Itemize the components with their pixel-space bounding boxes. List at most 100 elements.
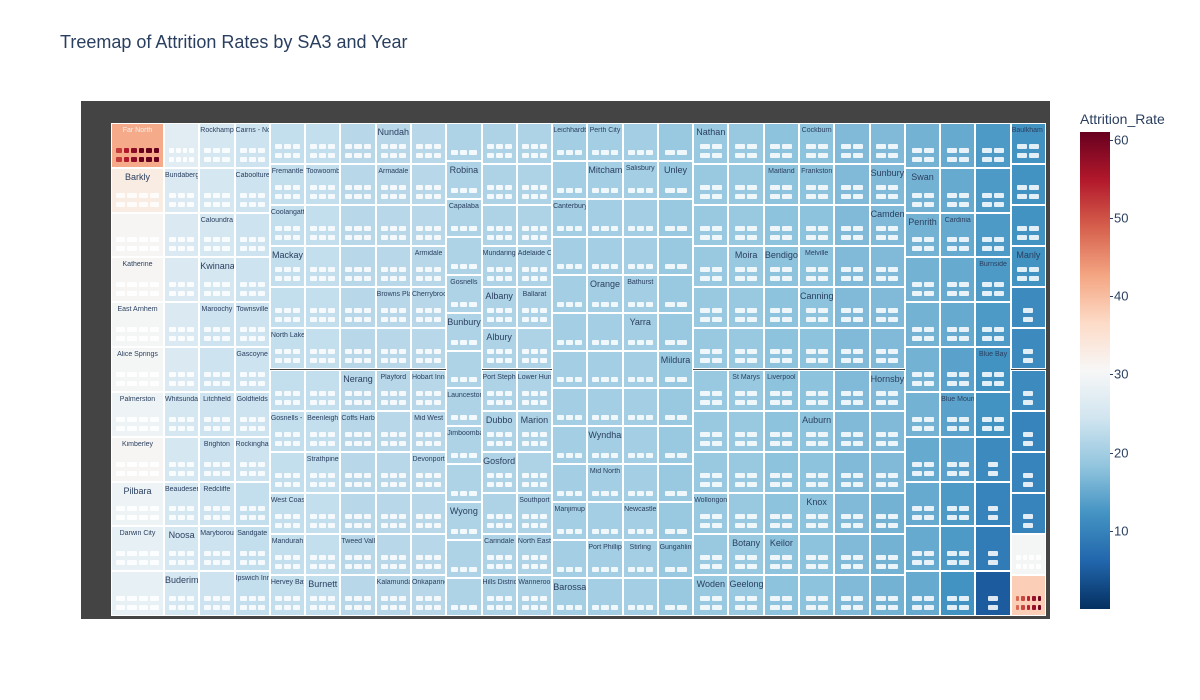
treemap-subtile[interactable] bbox=[735, 472, 746, 478]
treemap-subtile[interactable] bbox=[817, 267, 828, 273]
treemap-subtile[interactable] bbox=[817, 144, 828, 150]
treemap-subtile[interactable] bbox=[345, 399, 353, 405]
treemap-tile[interactable] bbox=[834, 533, 870, 575]
treemap-subtile[interactable] bbox=[178, 551, 186, 557]
treemap-subtile[interactable] bbox=[293, 472, 301, 478]
treemap-subtile[interactable] bbox=[178, 470, 186, 476]
treemap-subtile[interactable] bbox=[699, 358, 710, 364]
treemap-subtile[interactable] bbox=[840, 472, 851, 478]
treemap-subtile[interactable] bbox=[354, 431, 362, 437]
treemap-subtile[interactable] bbox=[521, 349, 529, 355]
treemap-subtile[interactable] bbox=[425, 358, 433, 364]
treemap-subtile[interactable] bbox=[923, 246, 934, 252]
treemap-subtile[interactable] bbox=[699, 317, 710, 323]
treemap-subtile[interactable] bbox=[958, 506, 969, 512]
treemap-subtile[interactable] bbox=[345, 431, 353, 437]
treemap-subtile[interactable] bbox=[149, 192, 159, 198]
treemap-subtile[interactable] bbox=[946, 192, 957, 198]
treemap-subtile[interactable] bbox=[425, 522, 433, 528]
treemap-subtile[interactable] bbox=[345, 194, 353, 200]
treemap-subtile[interactable] bbox=[178, 371, 186, 377]
treemap-tile[interactable]: Southport bbox=[516, 492, 553, 534]
treemap-tile[interactable] bbox=[693, 164, 729, 206]
treemap-subtile[interactable] bbox=[840, 235, 851, 241]
treemap-subtile[interactable] bbox=[425, 563, 433, 569]
treemap-subtile[interactable] bbox=[363, 349, 371, 355]
treemap-subtile[interactable] bbox=[116, 246, 126, 252]
treemap-subtile[interactable] bbox=[398, 440, 406, 446]
treemap-subtile[interactable] bbox=[363, 276, 371, 282]
treemap-subtile[interactable] bbox=[415, 472, 424, 478]
treemap-subtile[interactable] bbox=[204, 515, 212, 521]
treemap-subtile[interactable] bbox=[293, 267, 301, 273]
treemap-subtile[interactable] bbox=[747, 481, 758, 487]
treemap-subtile[interactable] bbox=[380, 153, 388, 159]
treemap-subtile[interactable] bbox=[486, 522, 494, 528]
treemap-subtile[interactable] bbox=[389, 554, 397, 560]
treemap-tile[interactable] bbox=[1010, 205, 1046, 247]
treemap-subtile[interactable] bbox=[911, 237, 922, 243]
treemap-subtile[interactable] bbox=[345, 144, 353, 150]
treemap-subtile[interactable] bbox=[138, 595, 148, 601]
treemap-subtile[interactable] bbox=[575, 415, 583, 421]
treemap-subtile[interactable] bbox=[495, 194, 503, 200]
treemap-tile[interactable] bbox=[869, 246, 905, 288]
treemap-subtile[interactable] bbox=[149, 515, 159, 521]
treemap-subtile[interactable] bbox=[222, 156, 230, 162]
treemap-subtile[interactable] bbox=[274, 267, 282, 273]
treemap-subtile[interactable] bbox=[486, 440, 494, 446]
treemap-subtile[interactable] bbox=[389, 522, 397, 528]
treemap-tile[interactable]: East Arnhem bbox=[111, 302, 164, 348]
treemap-subtile[interactable] bbox=[770, 308, 781, 314]
treemap-tile[interactable] bbox=[940, 571, 976, 616]
treemap-subtile[interactable] bbox=[1021, 604, 1025, 610]
treemap-subtile[interactable] bbox=[1015, 563, 1021, 569]
treemap-tile[interactable]: Barossa bbox=[552, 578, 588, 616]
treemap-subtile[interactable] bbox=[988, 515, 999, 521]
treemap-subtile[interactable] bbox=[994, 371, 1005, 377]
treemap-subtile[interactable] bbox=[504, 522, 512, 528]
treemap-tile[interactable]: Hobart Inner bbox=[410, 369, 447, 411]
treemap-subtile[interactable] bbox=[116, 380, 126, 386]
treemap-subtile[interactable] bbox=[274, 390, 282, 396]
treemap-subtile[interactable] bbox=[852, 185, 863, 191]
treemap-subtile[interactable] bbox=[248, 470, 256, 476]
treemap-tile[interactable]: Perth City bbox=[587, 123, 623, 161]
treemap-tile[interactable] bbox=[164, 257, 200, 303]
treemap-subtile[interactable] bbox=[415, 308, 424, 314]
treemap-tile[interactable]: Moira bbox=[728, 246, 764, 288]
treemap-subtile[interactable] bbox=[530, 481, 538, 487]
treemap-subtile[interactable] bbox=[888, 308, 899, 314]
treemap-subtile[interactable] bbox=[817, 513, 828, 519]
treemap-tile[interactable]: Armadale bbox=[375, 164, 411, 206]
treemap-subtile[interactable] bbox=[988, 560, 999, 566]
treemap-subtile[interactable] bbox=[153, 156, 159, 162]
treemap-subtile[interactable] bbox=[711, 440, 722, 446]
treemap-subtile[interactable] bbox=[876, 267, 887, 273]
treemap-subtile[interactable] bbox=[415, 563, 424, 569]
treemap-tile[interactable] bbox=[834, 492, 870, 534]
treemap-subtile[interactable] bbox=[664, 567, 675, 573]
treemap-subtile[interactable] bbox=[504, 276, 512, 282]
treemap-subtile[interactable] bbox=[283, 440, 292, 446]
treemap-subtile[interactable] bbox=[1017, 267, 1028, 273]
treemap-subtile[interactable] bbox=[530, 349, 538, 355]
treemap-subtile[interactable] bbox=[530, 431, 538, 437]
treemap-subtile[interactable] bbox=[486, 144, 494, 150]
treemap-subtile[interactable] bbox=[636, 453, 644, 459]
treemap-subtile[interactable] bbox=[283, 522, 292, 528]
treemap-subtile[interactable] bbox=[911, 246, 922, 252]
treemap-subtile[interactable] bbox=[283, 513, 292, 519]
treemap-subtile[interactable] bbox=[747, 522, 758, 528]
treemap-subtile[interactable] bbox=[425, 308, 433, 314]
treemap-subtile[interactable] bbox=[699, 522, 710, 528]
treemap-subtile[interactable] bbox=[283, 317, 292, 323]
treemap-subtile[interactable] bbox=[310, 349, 318, 355]
treemap-subtile[interactable] bbox=[451, 415, 459, 421]
treemap-subtile[interactable] bbox=[222, 461, 230, 467]
treemap-subtile[interactable] bbox=[982, 371, 993, 377]
treemap-tile[interactable]: Hornsby bbox=[869, 369, 905, 411]
treemap-subtile[interactable] bbox=[852, 276, 863, 282]
treemap-tile[interactable] bbox=[904, 436, 941, 482]
treemap-subtile[interactable] bbox=[451, 263, 459, 269]
